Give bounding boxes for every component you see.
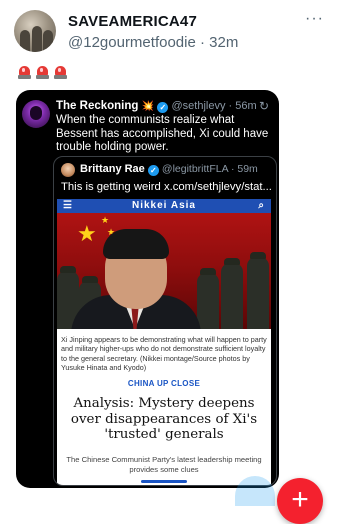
compose-button[interactable]: + bbox=[277, 478, 323, 524]
search-icon[interactable]: ⌕ bbox=[258, 199, 265, 213]
author-name[interactable]: SAVEAMERICA47 bbox=[68, 13, 197, 30]
post-text-emojis bbox=[18, 64, 67, 84]
inner-author-line: Brittany Rae ✓ @legitbrittFLA · 59m bbox=[80, 163, 258, 176]
soldier-figure bbox=[247, 252, 269, 329]
meta-separator: · bbox=[199, 34, 210, 51]
inner-author-avatar[interactable] bbox=[61, 163, 75, 177]
article-screenshot[interactable]: ★ ★ ★ ★ ☰ Nikkei Asia ⌕ X bbox=[57, 199, 271, 485]
police-light-icon bbox=[36, 64, 49, 79]
quoted-post-time[interactable]: 56m bbox=[235, 100, 256, 112]
avatar-figure bbox=[43, 30, 53, 52]
article-masthead: ☰ Nikkei Asia ⌕ bbox=[57, 199, 271, 213]
post-header: SAVEAMERICA47 @12gourmetfoodie · 32m ··· bbox=[14, 10, 324, 54]
quoted-author-line: The Reckoning 💥 ✓ @sethjlevy · 56m bbox=[56, 100, 257, 113]
police-light-icon bbox=[18, 64, 31, 79]
quoted-post-card[interactable]: The Reckoning 💥 ✓ @sethjlevy · 56m ↻ Whe… bbox=[16, 90, 279, 488]
flag-star-icon: ★ bbox=[77, 221, 97, 246]
meta-separator: · bbox=[225, 100, 236, 112]
article-kicker[interactable]: CHINA UP CLOSE bbox=[57, 379, 271, 388]
quoted-author-handle[interactable]: @sethjlevy bbox=[172, 100, 226, 112]
soldier-figure bbox=[197, 268, 219, 329]
refresh-icon[interactable]: ↻ bbox=[259, 99, 269, 113]
collision-icon: 💥 bbox=[141, 101, 155, 112]
menu-icon[interactable]: ☰ bbox=[63, 199, 73, 213]
inner-post-time[interactable]: 59m bbox=[237, 163, 257, 175]
avatar-figure bbox=[20, 30, 30, 52]
author-avatar[interactable] bbox=[14, 10, 56, 52]
verified-badge-icon: ✓ bbox=[157, 102, 169, 113]
article-photo: ★ ★ ★ ★ ☰ Nikkei Asia ⌕ bbox=[57, 199, 271, 329]
portrait-hair bbox=[103, 229, 169, 259]
article-deck: The Chinese Communist Party's latest lea… bbox=[66, 455, 262, 474]
inner-author-name[interactable]: Brittany Rae bbox=[80, 163, 145, 175]
more-options-button[interactable]: ··· bbox=[305, 10, 324, 28]
inner-author-handle[interactable]: @legitbrittFLA bbox=[162, 163, 228, 175]
author-handle[interactable]: @12gourmetfoodie bbox=[68, 34, 196, 51]
soldier-figure bbox=[221, 258, 243, 329]
flag-star-icon: ★ bbox=[101, 215, 110, 225]
police-light-icon bbox=[54, 64, 67, 79]
verified-badge-icon: ✓ bbox=[147, 165, 159, 176]
post-time[interactable]: 32m bbox=[209, 34, 238, 51]
quoted-author-name[interactable]: The Reckoning bbox=[56, 100, 138, 112]
quoted-post-text: When the communists realize what Bessent… bbox=[56, 114, 269, 153]
photo-caption: Xi Jinping appears to be demonstrating w… bbox=[61, 335, 267, 373]
inner-quote-text: This is getting weird x.com/sethjlevy/st… bbox=[61, 181, 271, 193]
quoted-author-avatar[interactable] bbox=[22, 100, 50, 128]
article-headline[interactable]: Analysis: Mystery deepens over disappear… bbox=[61, 396, 267, 443]
article-divider bbox=[141, 480, 187, 483]
meta-separator: · bbox=[228, 163, 238, 175]
inner-quote-card[interactable]: Brittany Rae ✓ @legitbrittFLA · 59m This… bbox=[53, 156, 277, 486]
author-handle-time: @12gourmetfoodie · 32m bbox=[68, 34, 238, 51]
masthead-title[interactable]: Nikkei Asia bbox=[132, 200, 196, 211]
avatar-figure bbox=[32, 26, 42, 52]
